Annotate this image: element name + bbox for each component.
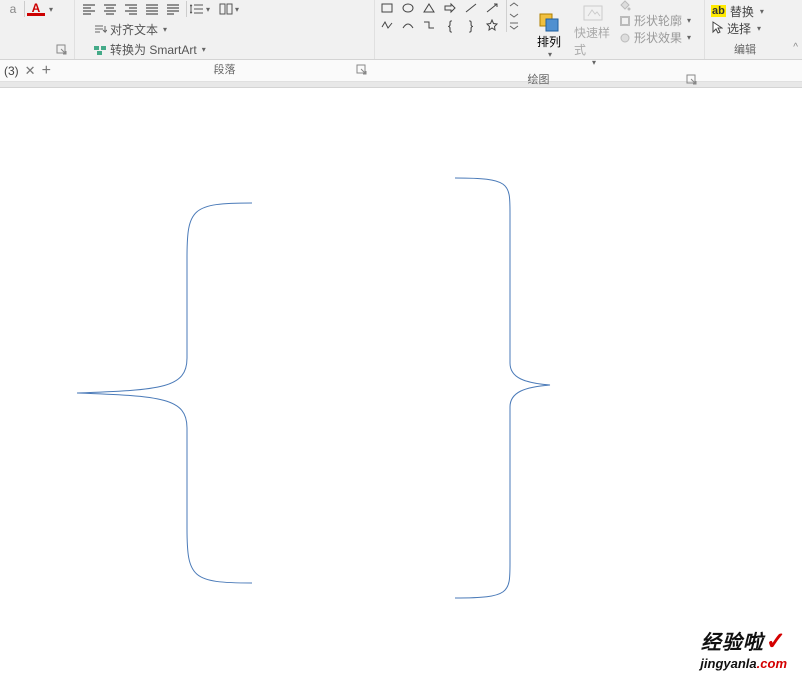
- slide-canvas[interactable]: [0, 88, 802, 683]
- quick-styles-button: 快速样式 ▾: [572, 0, 614, 69]
- shape-connector[interactable]: [419, 17, 439, 33]
- shape-outline-label: 形状轮廓: [634, 12, 682, 29]
- text-direction-button[interactable]: 对齐文本 ▾: [89, 20, 210, 39]
- columns-button[interactable]: ▾: [219, 0, 239, 18]
- align-text-label: 对齐文本: [110, 21, 158, 38]
- chevron-down-icon: ▾: [202, 45, 206, 54]
- replace-label: 替换: [730, 3, 754, 20]
- drawing-group-label: 绘图: [377, 69, 700, 89]
- font-color-button[interactable]: A: [27, 2, 45, 16]
- editing-group-label: 编辑: [709, 39, 781, 59]
- paragraph-group: ▾ ▾ 对齐文本 ▾ 转换为 SmartArt ▾ 段落: [75, 0, 375, 59]
- font-group-label: [4, 55, 70, 59]
- chevron-down-icon: ▾: [760, 7, 764, 16]
- select-button[interactable]: 选择 ▾: [709, 20, 766, 37]
- chevron-down-icon: ▾: [548, 50, 552, 59]
- ribbon-toolbar: a A ▾ ▾ ▾: [0, 0, 802, 60]
- shape-line[interactable]: [461, 0, 481, 16]
- right-bracket-shape[interactable]: [450, 173, 560, 603]
- replace-icon: ab: [711, 5, 726, 17]
- shape-bracket[interactable]: }: [461, 17, 481, 33]
- distribute-button[interactable]: [163, 0, 183, 18]
- chevron-down-icon[interactable]: ▾: [49, 5, 53, 14]
- chevron-down-icon: ▾: [163, 25, 167, 34]
- line-spacing-button[interactable]: ▾: [190, 0, 210, 18]
- shape-star[interactable]: [482, 17, 502, 33]
- editing-group: ab 替换 ▾ 选择 ▾ 编辑: [705, 0, 785, 59]
- convert-smartart-button[interactable]: 转换为 SmartArt ▾: [89, 40, 210, 59]
- tab-close-icon[interactable]: ✕: [25, 63, 36, 79]
- font-group: a A ▾: [0, 0, 75, 59]
- shape-curve[interactable]: [398, 17, 418, 33]
- shape-triangle[interactable]: [419, 0, 439, 16]
- shape-rectangle[interactable]: [377, 0, 397, 16]
- font-launcher-icon[interactable]: [56, 44, 68, 56]
- arrange-label: 排列: [537, 33, 561, 50]
- paragraph-launcher-icon[interactable]: [356, 64, 368, 76]
- drawing-launcher-icon[interactable]: [686, 74, 698, 86]
- shape-fill-button: 形状填充: [616, 0, 694, 12]
- arrange-button[interactable]: 排列 ▾: [528, 0, 570, 69]
- tab-label[interactable]: (3): [4, 64, 19, 78]
- left-brace-shape[interactable]: [72, 198, 262, 588]
- shape-effects-button: 形状效果 ▾: [616, 29, 694, 46]
- tab-add-icon[interactable]: +: [42, 62, 51, 80]
- shape-oval[interactable]: [398, 0, 418, 16]
- convert-smartart-label: 转换为 SmartArt: [110, 41, 197, 58]
- shape-effects-label: 形状效果: [634, 29, 682, 46]
- shape-freeform[interactable]: [377, 17, 397, 33]
- align-center-button[interactable]: [100, 0, 120, 18]
- align-left-button[interactable]: [79, 0, 99, 18]
- shape-outline-button: 形状轮廓 ▾: [616, 12, 694, 29]
- shape-arrow-right[interactable]: [440, 0, 460, 16]
- replace-button[interactable]: ab 替换 ▾: [709, 3, 766, 20]
- align-right-button[interactable]: [121, 0, 141, 18]
- shape-arrow-line[interactable]: [482, 0, 502, 16]
- drawing-group: { } 排列 ▾ 快速样式 ▾: [375, 0, 705, 59]
- chevron-down-icon: ▾: [592, 58, 596, 67]
- align-justify-button[interactable]: [142, 0, 162, 18]
- select-label: 选择: [727, 20, 751, 37]
- cursor-icon: [711, 21, 723, 35]
- quick-styles-label: 快速样式: [574, 24, 612, 58]
- shapes-gallery[interactable]: { }: [377, 0, 502, 33]
- collapse-ribbon-icon[interactable]: ^: [793, 42, 798, 53]
- paragraph-group-label: 段落: [79, 59, 370, 79]
- shape-brace[interactable]: {: [440, 17, 460, 33]
- gallery-expand-button[interactable]: [506, 0, 520, 32]
- text-highlight-button[interactable]: a: [4, 0, 22, 18]
- chevron-down-icon: ▾: [757, 24, 761, 33]
